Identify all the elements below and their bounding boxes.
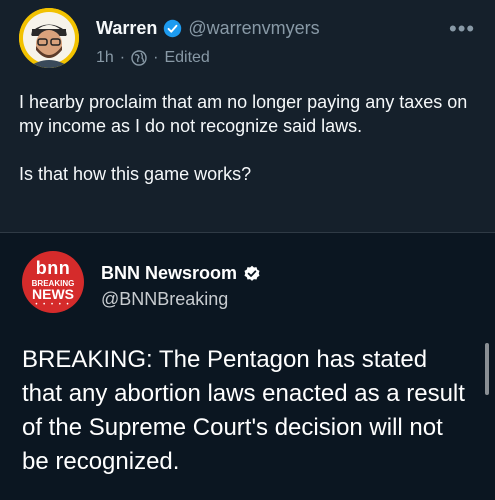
quoted-author-handle[interactable]: @BNNBreaking xyxy=(101,289,228,310)
avatar[interactable] xyxy=(19,8,79,68)
separator: · xyxy=(119,49,126,66)
bnn-logo[interactable]: bnn BREAKING NEWS • • • • • xyxy=(22,251,84,313)
tweet-meta: 1h · · Edited xyxy=(96,49,210,67)
tweet-author-row: Warren @warrenvmyers xyxy=(96,18,320,39)
more-options-icon[interactable]: ••• xyxy=(449,16,475,42)
author-handle[interactable]: @warrenvmyers xyxy=(188,18,319,39)
quoted-author-row: BNN Newsroom xyxy=(101,263,261,284)
tweet-text: I hearby proclaim that am no longer payi… xyxy=(19,90,479,186)
scrollbar-thumb[interactable] xyxy=(485,343,489,395)
verified-badge-icon xyxy=(164,19,182,38)
verified-badge-icon xyxy=(244,265,260,281)
quoted-author-name[interactable]: BNN Newsroom xyxy=(101,263,237,284)
logo-bnn-text: bnn xyxy=(35,258,71,278)
timestamp[interactable]: 1h xyxy=(96,49,114,67)
main-tweet: Warren @warrenvmyers 1h · · Edited ••• I… xyxy=(0,0,495,232)
tweet-text-line: I hearby proclaim that am no longer payi… xyxy=(19,92,468,136)
logo-dots: • • • • • xyxy=(35,302,71,308)
quoted-tweet-text: BREAKING: The Pentagon has stated that a… xyxy=(22,346,465,475)
separator: · xyxy=(153,49,159,66)
logo-news-text: NEWS xyxy=(32,286,74,302)
edited-label[interactable]: Edited xyxy=(164,49,209,67)
author-name[interactable]: Warren xyxy=(96,18,157,39)
avatar-photo xyxy=(19,8,79,68)
quoted-tweet-card[interactable]: bnn BREAKING NEWS • • • • • BNN Newsroom… xyxy=(0,233,495,500)
tweet-text-line: Is that how this game works? xyxy=(19,164,252,184)
globe-icon xyxy=(131,50,147,66)
